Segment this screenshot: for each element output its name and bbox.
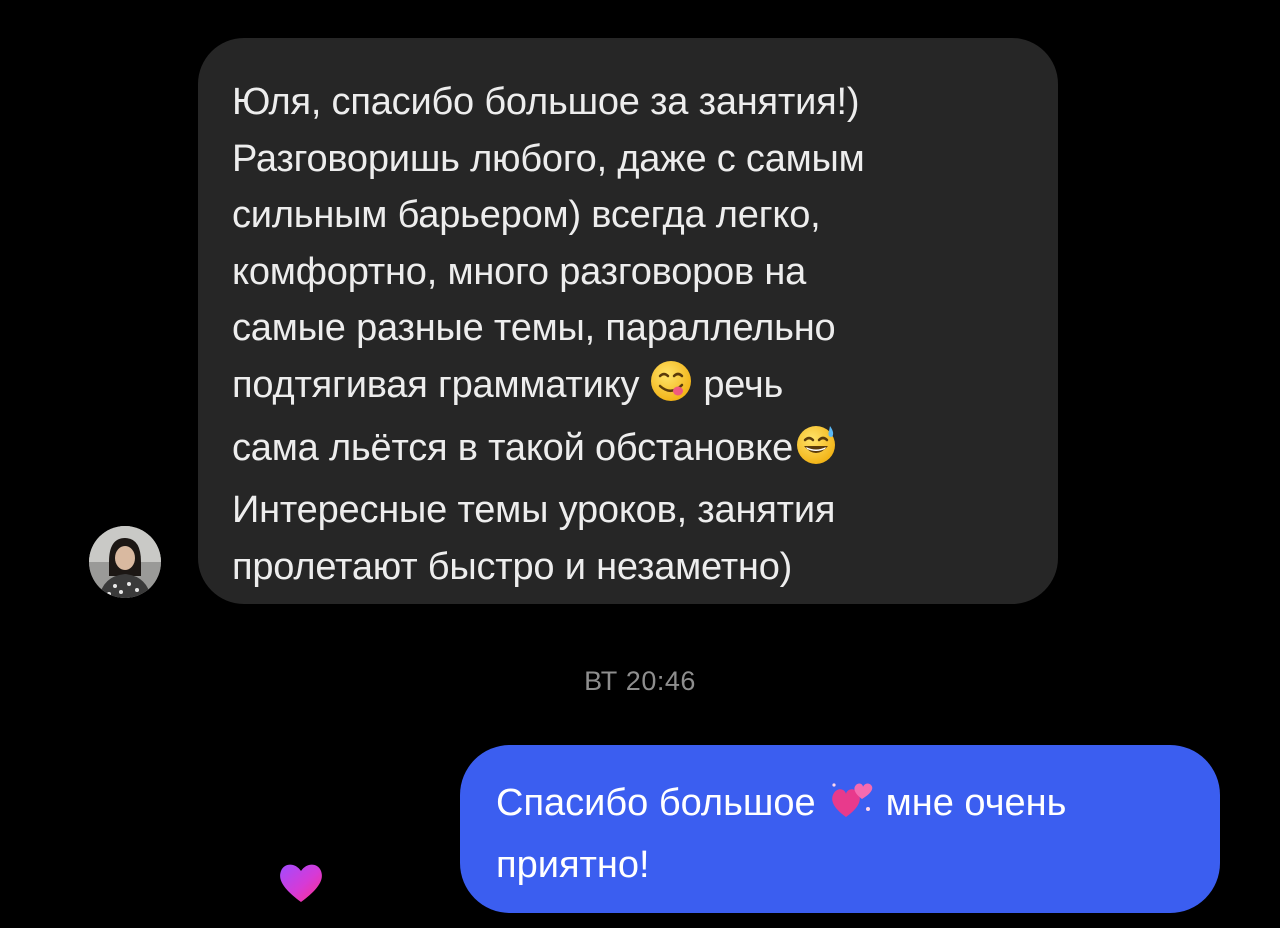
purple-heart-icon[interactable] — [276, 858, 326, 904]
message-timestamp: ВТ 20:46 — [584, 666, 696, 696]
message-line-with-emoji: Спасибо большое мне очень — [496, 775, 1186, 837]
two-hearts-icon — [828, 779, 876, 837]
message-line-with-emoji: сама льётся в такой обстановке — [232, 420, 1024, 483]
message-text: речь — [703, 363, 784, 406]
message-line: самые разные темы, параллельно — [232, 307, 836, 350]
face-savoring-food-icon — [645, 359, 697, 420]
message-line: Интересные темы уроков, занятия — [232, 489, 836, 532]
message-text: сама льётся в такой обстановке — [232, 426, 794, 469]
message-line: Разговоришь любого, даже с самым — [232, 137, 865, 180]
message-line: приятно! — [496, 844, 650, 886]
outgoing-message-bubble[interactable]: Спасибо большое мне очень приятно! — [460, 745, 1220, 913]
incoming-message-bubble[interactable]: Юля, спасибо большое за занятия!) Разгов… — [198, 38, 1058, 604]
message-text: Спасибо большое — [496, 782, 816, 824]
message-text: подтягивая грамматику — [232, 363, 640, 406]
message-line: сильным барьером) всегда легко, — [232, 194, 821, 237]
sender-avatar[interactable] — [89, 526, 161, 598]
message-line-with-emoji: подтягивая грамматику речь — [232, 357, 1024, 420]
chat-screen: Юля, спасибо большое за занятия!) Разгов… — [0, 0, 1280, 928]
grinning-face-with-sweat-icon — [793, 422, 839, 483]
message-line: комфортно, много разговоров на — [232, 250, 807, 293]
message-line: Юля, спасибо большое за занятия!) — [232, 81, 860, 123]
message-line: пролетают быстро и незаметно) — [232, 545, 793, 588]
message-text: мне очень — [885, 782, 1067, 824]
